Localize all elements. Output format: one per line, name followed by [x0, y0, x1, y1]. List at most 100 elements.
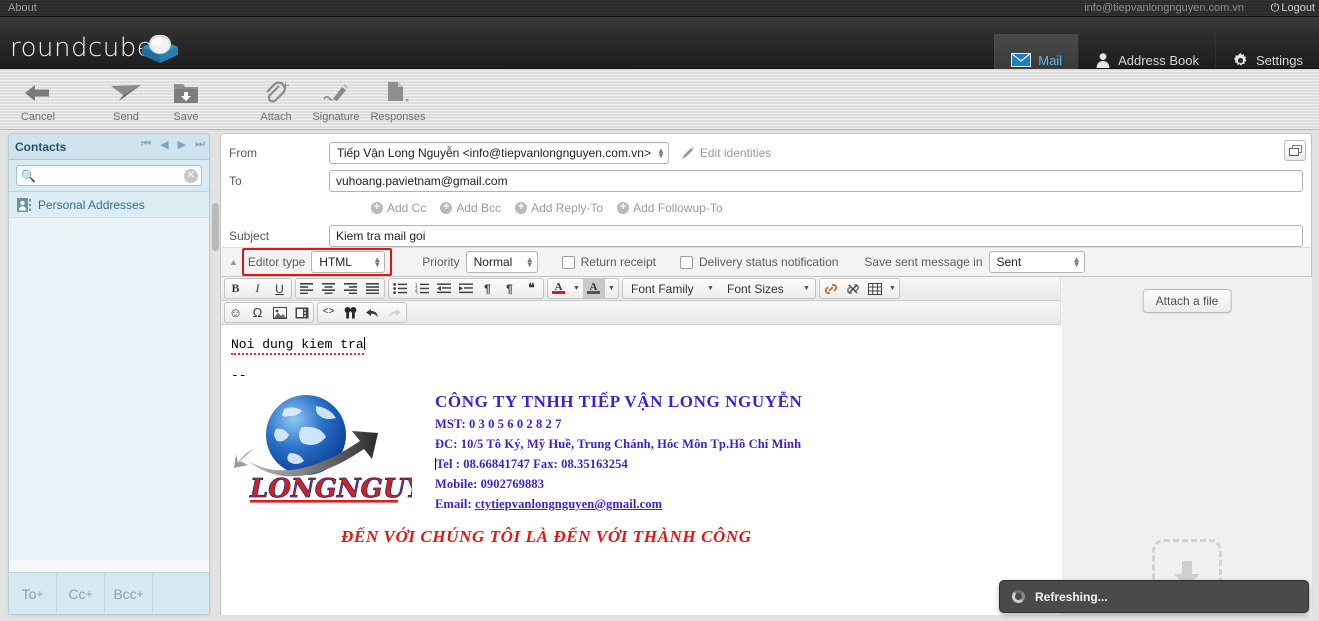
- plus-icon: +: [36, 587, 44, 601]
- cancel-label: Cancel: [20, 111, 56, 123]
- subject-input[interactable]: [329, 224, 1303, 247]
- envelope-icon: [1011, 53, 1032, 67]
- cancel-button[interactable]: Cancel: [2, 75, 74, 125]
- svg-text:+: +: [281, 81, 290, 92]
- numbered-list-icon[interactable]: 123: [411, 279, 433, 298]
- contacts-title: Contacts: [15, 139, 67, 154]
- save-button[interactable]: Save: [150, 75, 222, 125]
- pencil-icon: [681, 145, 695, 159]
- text-color-icon[interactable]: A: [548, 279, 570, 298]
- to-input[interactable]: [329, 169, 1303, 192]
- save-sent-select[interactable]: Sent ▲ ▼: [988, 251, 1085, 273]
- bold-icon[interactable]: B: [225, 279, 247, 298]
- underline-icon[interactable]: U: [269, 279, 291, 298]
- taskbar-label-settings: Settings: [1256, 52, 1303, 68]
- last-page-icon[interactable]: ⏭: [195, 138, 205, 151]
- editor-toolbar-row-2: ☺ Ω <>: [221, 301, 1060, 325]
- contacts-search-input[interactable]: [39, 166, 184, 185]
- dsn-checkbox[interactable]: Delivery status notification: [680, 255, 838, 269]
- blockquote-icon[interactable]: ❝: [521, 279, 543, 298]
- restore-window-icon[interactable]: [1284, 140, 1306, 161]
- email-signature: LONGNGUYEN CÔNG TY TNHH TIẾP VẬN LONG NG…: [231, 386, 1041, 547]
- signature-slogan: ĐẾN VỚI CHÚNG TÔI LÀ ĐẾN VỚI THÀNH CÔNG: [341, 527, 752, 546]
- rtl-paragraph-icon[interactable]: ¶: [499, 279, 521, 298]
- spinner-arrows-icon: ▲ ▼: [525, 255, 534, 269]
- add-bcc-label: Add Bcc: [456, 201, 502, 215]
- body-line-1: Noi dung kiem tra: [231, 337, 364, 355]
- next-page-icon[interactable]: ▶: [178, 138, 186, 151]
- outdent-icon[interactable]: [433, 279, 455, 298]
- bullet-list-icon[interactable]: [389, 279, 411, 298]
- logo-text: roundcube: [10, 33, 154, 63]
- top-bar: About info@tiepvanlongnguyen.com.vn ⏻ Log…: [0, 0, 1319, 17]
- indent-icon[interactable]: [455, 279, 477, 298]
- unlink-icon[interactable]: [842, 279, 864, 298]
- from-select[interactable]: Tiếp Vận Long Nguyễn <info@tiepvanlongng…: [329, 141, 669, 164]
- to-row: To: [221, 165, 1311, 196]
- return-receipt-checkbox[interactable]: Return receipt: [561, 255, 656, 269]
- add-bcc-link[interactable]: + Add Bcc: [440, 201, 501, 215]
- table-icon[interactable]: [864, 279, 886, 298]
- source-code-icon[interactable]: <>: [318, 303, 340, 322]
- font-sizes-select[interactable]: Font Sizes ▼: [719, 279, 815, 298]
- pen-icon: [321, 75, 351, 111]
- search-icon: 🔍: [21, 169, 36, 183]
- taskbar-label-address-book: Address Book: [1118, 52, 1200, 68]
- edit-identities-link[interactable]: Edit identities: [681, 146, 771, 160]
- sidebar-item-personal-addresses[interactable]: Personal Addresses: [9, 192, 209, 218]
- table-dropdown-icon[interactable]: ▼: [886, 279, 899, 298]
- cc-links-row: + Add Cc + Add Bcc + Add Reply-To + Add Foll…: [221, 196, 1311, 220]
- contacts-footer: To + Cc + Bcc +: [9, 572, 209, 614]
- clear-search-icon[interactable]: ✕: [184, 169, 198, 183]
- contacts-search-box[interactable]: 🔍 ✕: [16, 165, 202, 186]
- add-cc-button[interactable]: Cc +: [57, 573, 105, 614]
- add-cc-link[interactable]: + Add Cc: [371, 201, 426, 215]
- signature-email-link[interactable]: ctytiepvanlongnguyen@gmail.com: [475, 497, 662, 511]
- emoticon-icon[interactable]: ☺: [225, 303, 247, 322]
- compose-scrollbar[interactable]: [211, 133, 220, 615]
- search-replace-icon[interactable]: [340, 303, 362, 322]
- plus-circle-icon: +: [371, 202, 383, 214]
- editor-type-select[interactable]: HTML ▲ ▼: [311, 251, 386, 273]
- attach-a-file-button[interactable]: Attach a file: [1142, 289, 1232, 313]
- background-color-dropdown-icon[interactable]: ▼: [605, 279, 618, 298]
- link-icon[interactable]: [820, 279, 842, 298]
- signature-mobile: Mobile: 0902769883: [435, 477, 545, 491]
- scrollbar-thumb[interactable]: [212, 203, 219, 251]
- align-left-icon[interactable]: [296, 279, 318, 298]
- first-page-icon[interactable]: ⏮: [141, 138, 151, 151]
- message-body-editable[interactable]: Noi dung kiem tra -- LONGNGU CÔNG TY TNH…: [221, 326, 1061, 615]
- text-color-dropdown-icon[interactable]: ▼: [570, 279, 583, 298]
- priority-select[interactable]: Normal ▲ ▼: [465, 251, 538, 273]
- undo-icon[interactable]: [362, 303, 384, 322]
- add-reply-to-link[interactable]: + Add Reply-To: [515, 201, 603, 215]
- responses-button[interactable]: Responses: [362, 75, 434, 125]
- align-justify-icon[interactable]: [362, 279, 384, 298]
- signature-company: CÔNG TY TNHH TIẾP VẬN LONG NGUYỄN: [435, 392, 803, 411]
- align-right-icon[interactable]: [340, 279, 362, 298]
- add-reply-to-label: Add Reply-To: [531, 201, 604, 215]
- sidebar-item-label: Personal Addresses: [38, 197, 145, 212]
- spinner-arrows-icon: ▲ ▼: [1072, 255, 1081, 269]
- about-link[interactable]: About: [8, 2, 37, 14]
- cube-icon: [142, 35, 178, 63]
- ltr-paragraph-icon[interactable]: ¶: [477, 279, 499, 298]
- add-cc-label: Add Cc: [387, 201, 427, 215]
- collapse-options-icon[interactable]: ▲: [229, 257, 238, 267]
- special-char-icon[interactable]: Ω: [247, 303, 269, 322]
- company-logo: LONGNGUYEN: [232, 387, 469, 522]
- background-color-icon[interactable]: A: [583, 279, 605, 298]
- image-icon[interactable]: [269, 303, 291, 322]
- save-sent-value: Sent: [996, 255, 1022, 269]
- italic-icon[interactable]: I: [247, 279, 269, 298]
- media-icon[interactable]: [291, 303, 313, 322]
- add-bcc-button[interactable]: Bcc +: [105, 573, 153, 614]
- add-to-button[interactable]: To +: [9, 573, 57, 614]
- align-center-icon[interactable]: [318, 279, 340, 298]
- font-family-select[interactable]: Font Family ▼: [623, 279, 719, 298]
- logout-button[interactable]: ⏻ Logout: [1271, 2, 1315, 15]
- prev-page-icon[interactable]: ◀: [160, 138, 168, 151]
- add-followup-to-link[interactable]: + Add Followup-To: [617, 201, 723, 215]
- plus-circle-icon: +: [617, 202, 630, 214]
- current-user-email: info@tiepvanlongnguyen.com.vn: [1084, 2, 1244, 14]
